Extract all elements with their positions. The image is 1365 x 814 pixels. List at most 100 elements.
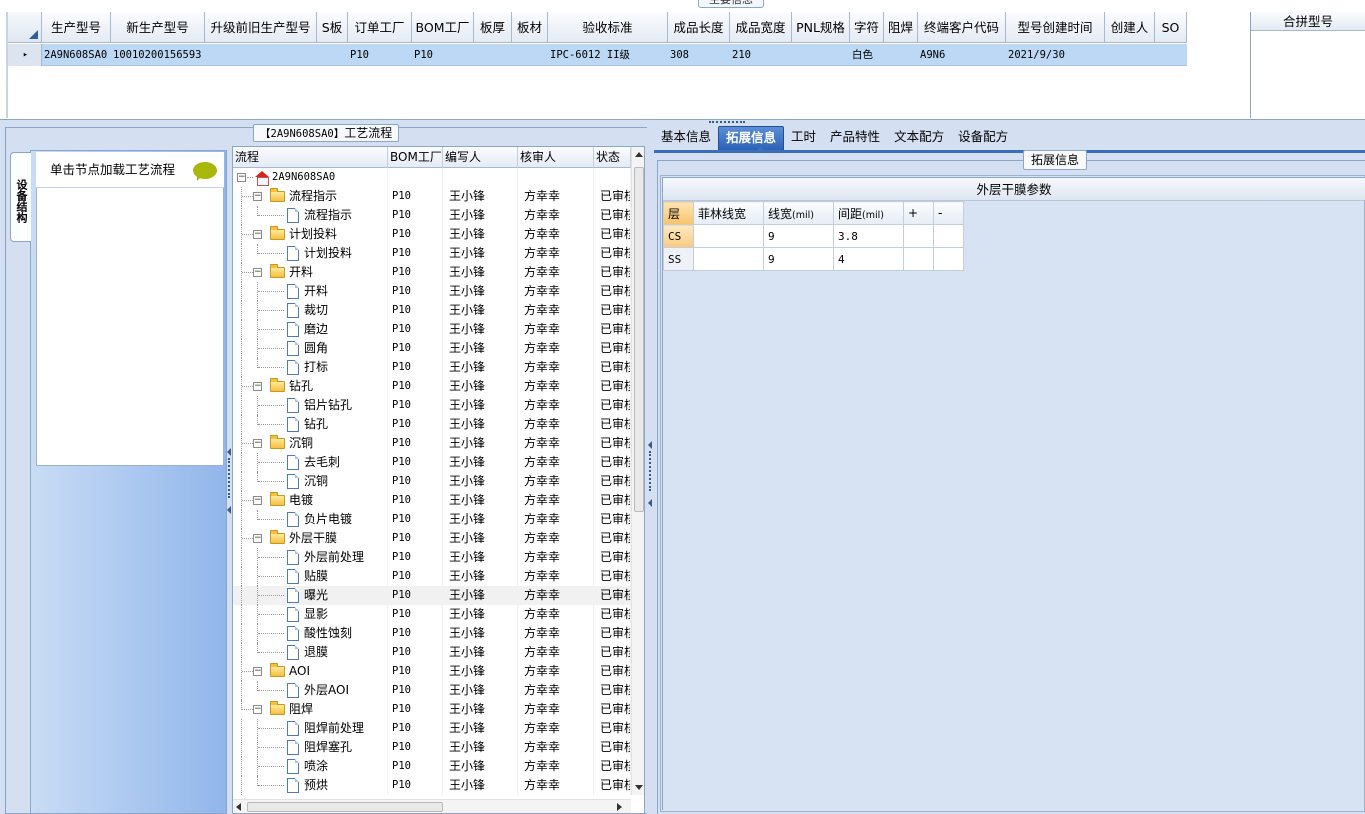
grid-col-creator[interactable]: 创建人 (1105, 12, 1155, 43)
tree-col-status[interactable]: 状态 (594, 147, 631, 168)
merge-model-header[interactable]: 合拼型号 (1251, 12, 1365, 31)
tree-row[interactable]: 外层AOI P10王小锋方幸幸已审核 (233, 681, 631, 700)
tree-row[interactable]: 计划投料 P10王小锋方幸幸已审核 (233, 244, 631, 263)
param-cell-plus[interactable] (903, 224, 934, 248)
tree-row[interactable]: − 2A9N608SA0 (233, 168, 631, 187)
tree-node[interactable]: 喷涂 (233, 757, 388, 776)
param-cell-layer[interactable]: CS (663, 224, 694, 248)
tree-node[interactable]: − 流程指示 (233, 187, 388, 206)
grid-cell-solder-mask[interactable] (884, 44, 918, 66)
tree-row[interactable]: 阻焊塞孔 P10王小锋方幸幸已审核 (233, 738, 631, 757)
tree-node[interactable]: 沉铜 (233, 472, 388, 491)
tree-node[interactable]: 计划投料 (233, 244, 388, 263)
collapse-icon[interactable]: − (253, 705, 262, 714)
tree-node[interactable]: − 外层干膜 (233, 529, 388, 548)
tree-node[interactable]: 铝片钻孔 (233, 396, 388, 415)
tree-row[interactable]: 圆角 P10王小锋方幸幸已审核 (233, 339, 631, 358)
param-col-plus[interactable]: + (903, 201, 934, 225)
tree-row[interactable]: 磨边 P10王小锋方幸幸已审核 (233, 320, 631, 339)
grid-col-old-production-model[interactable]: 升级前旧生产型号 (205, 12, 317, 43)
tab-basic-info[interactable]: 基本信息 (654, 126, 718, 150)
grid-col-board-thickness[interactable]: 板厚 (474, 12, 512, 43)
tree-row[interactable]: − 计划投料 P10王小锋方幸幸已审核 (233, 225, 631, 244)
collapse-icon[interactable]: − (253, 192, 262, 201)
tree-node[interactable]: − 电镀 (233, 491, 388, 510)
tree-node[interactable]: 贴膜 (233, 567, 388, 586)
tree-row[interactable]: 流程指示 P10王小锋方幸幸已审核 (233, 206, 631, 225)
grid-col-finished-length[interactable]: 成品长度 (668, 12, 730, 43)
grid-cell-new-production-model[interactable]: 10010200156593 (111, 44, 205, 66)
tree-row[interactable]: − 电镀 P10王小锋方幸幸已审核 (233, 491, 631, 510)
grid-cell-pnl-spec[interactable] (792, 44, 850, 66)
tree-node[interactable]: 负片电镀 (233, 510, 388, 529)
grid-cell-model-created-time[interactable]: 2021/9/30 (1006, 44, 1105, 66)
grid-cell-old-production-model[interactable] (205, 44, 317, 66)
tree-col-writer[interactable]: 编写人 (443, 147, 518, 168)
product-grid-row[interactable]: ▸ 2A9N608SA0 10010200156593 P10 P10 IPC-6012 … (8, 44, 1187, 66)
tree-node[interactable]: 开料 (233, 282, 388, 301)
tree-node[interactable]: 磨边 (233, 320, 388, 339)
collapse-icon[interactable]: − (253, 230, 262, 239)
tree-row[interactable]: 显影 P10王小锋方幸幸已审核 (233, 605, 631, 624)
param-cell-line-width[interactable]: 9 (763, 247, 834, 271)
grid-cell-board-thickness[interactable] (474, 44, 512, 66)
collapse-left-icon[interactable] (227, 506, 231, 514)
collapse-icon[interactable]: − (253, 439, 262, 448)
collapse-icon[interactable]: − (253, 496, 262, 505)
tree-node[interactable]: 裁切 (233, 301, 388, 320)
grid-col-so[interactable]: SO (1155, 12, 1187, 43)
tree-node[interactable]: 退膜 (233, 643, 388, 662)
grid-cell-so[interactable] (1155, 44, 1187, 66)
splitter-grip-icon[interactable] (649, 451, 651, 491)
tree-row[interactable]: 铝片钻孔 P10王小锋方幸幸已审核 (233, 396, 631, 415)
param-cell-spacing[interactable]: 3.8 (833, 224, 904, 248)
grid-cell-creator[interactable] (1105, 44, 1155, 66)
tree-node[interactable]: − AOI (233, 662, 388, 681)
collapse-middle-icon[interactable] (648, 499, 652, 507)
tab-text-recipe[interactable]: 文本配方 (887, 126, 951, 150)
param-cell-line-width[interactable]: 9 (763, 224, 834, 248)
grid-select-all-corner[interactable] (8, 12, 42, 43)
tree-col-flow[interactable]: 流程 (233, 147, 388, 168)
tree-row[interactable]: − 开料 P10王小锋方幸幸已审核 (233, 263, 631, 282)
grid-col-silkscreen[interactable]: 字符 (850, 12, 884, 43)
param-col-line-width[interactable]: 线宽(mil) (763, 201, 834, 225)
tree-row[interactable]: 预烘 P10王小锋方幸幸已审核 (233, 776, 631, 795)
grid-col-board-material[interactable]: 板材 (512, 12, 548, 43)
collapse-icon[interactable]: − (237, 173, 246, 182)
tree-row[interactable]: − AOI P10王小锋方幸幸已审核 (233, 662, 631, 681)
param-row-ss[interactable]: SS 9 4 (663, 247, 964, 271)
grid-col-pnl-spec[interactable]: PNL规格 (792, 12, 850, 43)
tree-node[interactable]: 圆角 (233, 339, 388, 358)
splitter-grip-icon[interactable] (709, 121, 745, 124)
param-cell-plus[interactable] (903, 247, 934, 271)
tree-row[interactable]: 裁切 P10王小锋方幸幸已审核 (233, 301, 631, 320)
grid-col-new-production-model[interactable]: 新生产型号 (111, 12, 205, 43)
collapse-left-icon[interactable] (227, 448, 231, 456)
param-col-film-width[interactable]: 菲林线宽 (693, 201, 764, 225)
collapse-icon[interactable]: − (253, 382, 262, 391)
tree-row[interactable]: 阻焊前处理 P10王小锋方幸幸已审核 (233, 719, 631, 738)
tab-extended-info[interactable]: 拓展信息 (718, 126, 785, 150)
tree-row[interactable]: − 外层干膜 P10王小锋方幸幸已审核 (233, 529, 631, 548)
tree-node[interactable]: − 沉铜 (233, 434, 388, 453)
tree-vertical-scrollbar[interactable] (631, 147, 644, 795)
tree-node[interactable]: 显影 (233, 605, 388, 624)
tree-node[interactable]: 流程指示 (233, 206, 388, 225)
tree-row[interactable]: 贴膜 P10王小锋方幸幸已审核 (233, 567, 631, 586)
param-row-cs[interactable]: CS 9 3.8 (663, 224, 964, 248)
tree-row[interactable]: 喷涂 P10王小锋方幸幸已审核 (233, 757, 631, 776)
tree-node[interactable]: − 钻孔 (233, 377, 388, 396)
tree-node[interactable]: 打标 (233, 358, 388, 377)
collapse-icon[interactable]: − (253, 268, 262, 277)
tree-row[interactable]: 曝光 P10王小锋方幸幸已审核 (233, 586, 631, 605)
tree-node[interactable]: − 阻焊 (233, 700, 388, 719)
grid-cell-finished-width[interactable]: 210 (730, 44, 792, 66)
tree-row[interactable]: − 沉铜 P10王小锋方幸幸已审核 (233, 434, 631, 453)
collapse-icon[interactable]: − (253, 534, 262, 543)
grid-cell-customer-code[interactable]: A9N6 (918, 44, 1006, 66)
tree-row[interactable]: 钻孔 P10王小锋方幸幸已审核 (233, 415, 631, 434)
grid-col-model-created-time[interactable]: 型号创建时间 (1006, 12, 1105, 43)
tree-row[interactable]: − 流程指示 P10王小锋方幸幸已审核 (233, 187, 631, 206)
tree-row[interactable]: 退膜 P10王小锋方幸幸已审核 (233, 643, 631, 662)
